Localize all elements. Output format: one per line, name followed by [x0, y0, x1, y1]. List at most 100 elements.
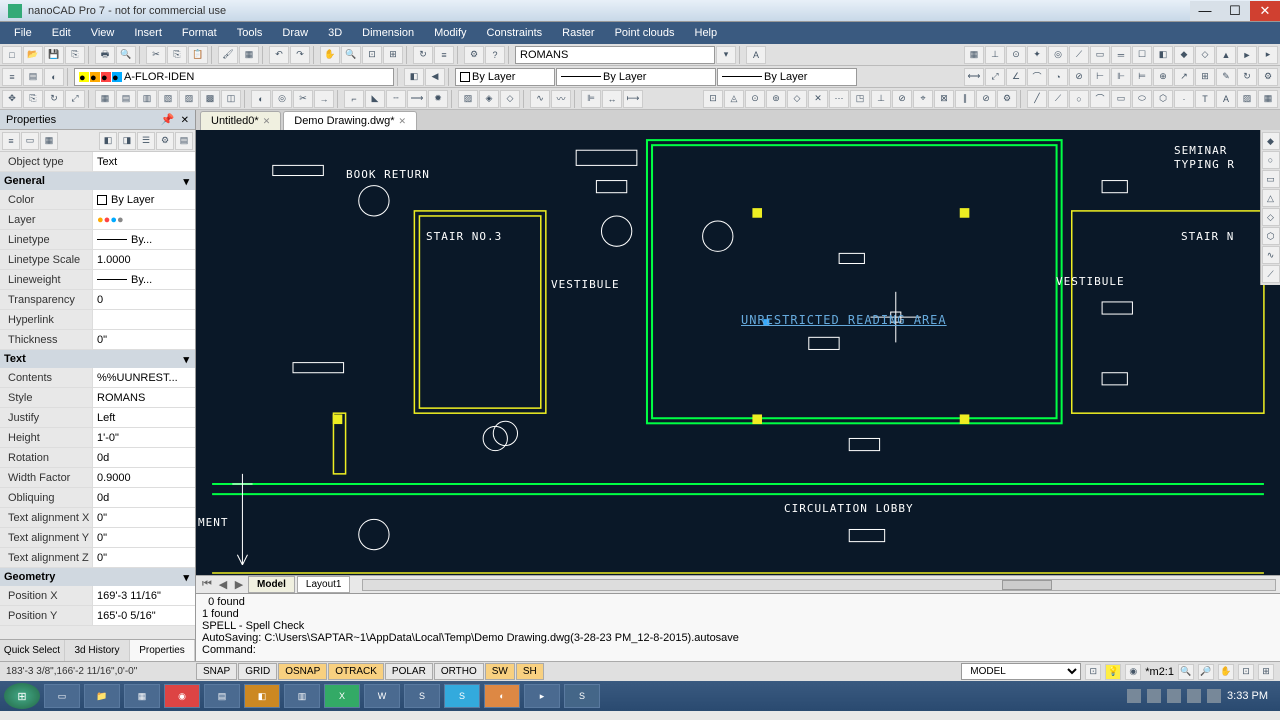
- status-toggle-sh[interactable]: SH: [516, 663, 544, 680]
- zoom-out-icon[interactable]: 🔎: [1198, 664, 1214, 680]
- lightbulb-icon[interactable]: 💡: [1105, 664, 1121, 680]
- model-icon[interactable]: ☐: [1132, 46, 1152, 64]
- osnap-icon[interactable]: ◎: [1048, 46, 1068, 64]
- zoom-extents-icon[interactable]: ⊡: [362, 46, 382, 64]
- linetype-selector[interactable]: By Layer: [556, 68, 716, 86]
- mtext-icon[interactable]: A: [1216, 90, 1236, 108]
- tab-quick-select[interactable]: Quick Select: [0, 640, 65, 661]
- task-app9[interactable]: ◐: [484, 684, 520, 708]
- tab-properties[interactable]: Properties: [130, 640, 195, 661]
- prop-value[interactable]: 169'-3 11/16": [92, 586, 195, 605]
- scale-icon[interactable]: ⤢: [65, 90, 85, 108]
- dim-dia-icon[interactable]: ⊘: [1069, 68, 1089, 86]
- model-space-selector[interactable]: MODEL: [961, 663, 1081, 680]
- color-selector[interactable]: By Layer: [455, 68, 555, 86]
- prop-value[interactable]: 0": [92, 548, 195, 567]
- tray-icon[interactable]: [1147, 689, 1161, 703]
- dim-style-icon[interactable]: ⚙: [1258, 68, 1278, 86]
- dyn-icon[interactable]: ▭: [1090, 46, 1110, 64]
- cut-icon[interactable]: ✂: [146, 46, 166, 64]
- vt6-icon[interactable]: ⬡: [1262, 227, 1280, 245]
- dim-aligned-icon[interactable]: ⤢: [985, 68, 1005, 86]
- menu-file[interactable]: File: [4, 24, 42, 42]
- prop-tool2-icon[interactable]: ▭: [21, 132, 39, 150]
- snap-near-icon[interactable]: ⌖: [913, 90, 933, 108]
- prop-value[interactable]: 0: [92, 290, 195, 309]
- arr7-icon[interactable]: ◫: [221, 90, 241, 108]
- lineweight-selector[interactable]: By Layer: [717, 68, 857, 86]
- grid-icon[interactable]: ▦: [964, 46, 984, 64]
- task-app6[interactable]: X: [324, 684, 360, 708]
- arr5-icon[interactable]: ▨: [179, 90, 199, 108]
- rotate-icon[interactable]: ↻: [44, 90, 64, 108]
- prop-value[interactable]: 0.9000: [92, 468, 195, 487]
- vt3-icon[interactable]: ▭: [1262, 170, 1280, 188]
- tab-layout1[interactable]: Layout1: [297, 576, 351, 593]
- region-icon[interactable]: ◈: [479, 90, 499, 108]
- vt1-icon[interactable]: ◆: [1262, 132, 1280, 150]
- menu-edit[interactable]: Edit: [42, 24, 81, 42]
- snap-icon[interactable]: ⊙: [1006, 46, 1026, 64]
- close-tab-icon[interactable]: ✕: [263, 116, 271, 127]
- layers-icon[interactable]: ≡: [434, 46, 454, 64]
- prop-value[interactable]: By...: [92, 230, 195, 249]
- prop-section-general[interactable]: General▾: [0, 172, 195, 190]
- prop-value[interactable]: %%UUNREST...: [92, 368, 195, 387]
- prop-tool5-icon[interactable]: ◨: [118, 132, 136, 150]
- hatch-icon[interactable]: ▨: [458, 90, 478, 108]
- prop-value[interactable]: 0": [92, 330, 195, 349]
- text-icon[interactable]: T: [1195, 90, 1215, 108]
- menu-constraints[interactable]: Constraints: [477, 24, 553, 42]
- prop-value[interactable]: ROMANS: [92, 388, 195, 407]
- doc-tab-demo[interactable]: Demo Drawing.dwg*✕: [283, 111, 417, 130]
- prop-value[interactable]: 1'-0": [92, 428, 195, 447]
- saveall-icon[interactable]: ⎘: [65, 46, 85, 64]
- task-app8[interactable]: S: [404, 684, 440, 708]
- extend-icon[interactable]: →: [314, 90, 334, 108]
- tab-next-icon[interactable]: ▶: [232, 578, 246, 591]
- ellipse-icon[interactable]: ⬭: [1132, 90, 1152, 108]
- dim-tol-icon[interactable]: ⊞: [1195, 68, 1215, 86]
- circle-icon[interactable]: ○: [1069, 90, 1089, 108]
- menu-dimension[interactable]: Dimension: [352, 24, 424, 42]
- properties-pin-icon[interactable]: 📌: [161, 114, 175, 126]
- prop-tool1-icon[interactable]: ≡: [2, 132, 20, 150]
- zoom-window-icon[interactable]: ⊞: [383, 46, 403, 64]
- vt4-icon[interactable]: △: [1262, 189, 1280, 207]
- prop-tool7-icon[interactable]: ⚙: [156, 132, 174, 150]
- prop-value[interactable]: Left: [92, 408, 195, 427]
- layer-selector[interactable]: ●●●● A-FLOR-IDEN: [74, 68, 394, 86]
- close-button[interactable]: ✕: [1250, 1, 1280, 21]
- save-icon[interactable]: 💾: [44, 46, 64, 64]
- snap-none-icon[interactable]: ⊘: [976, 90, 996, 108]
- st-icon1[interactable]: ⊡: [1085, 664, 1101, 680]
- dim-center-icon[interactable]: ⊕: [1153, 68, 1173, 86]
- tab-prev-icon[interactable]: ◀: [216, 578, 230, 591]
- menu-format[interactable]: Format: [172, 24, 227, 42]
- dim-arc-icon[interactable]: ⌒: [1027, 68, 1047, 86]
- prop-value[interactable]: By Layer: [92, 190, 195, 209]
- join-icon[interactable]: ⟶: [407, 90, 427, 108]
- task-explorer[interactable]: ▭: [44, 684, 80, 708]
- snap-tan-icon[interactable]: ⊘: [892, 90, 912, 108]
- dim-angular-icon[interactable]: ∠: [1006, 68, 1026, 86]
- tray-icon[interactable]: [1187, 689, 1201, 703]
- task-app7[interactable]: W: [364, 684, 400, 708]
- print-icon[interactable]: 🖶: [95, 46, 115, 64]
- label-reading-area[interactable]: UNRESTRICTED READING AREA: [741, 313, 947, 327]
- prop-value[interactable]: 1.0000: [92, 250, 195, 269]
- prop-value[interactable]: 0d: [92, 488, 195, 507]
- vt5-icon[interactable]: ◇: [1262, 208, 1280, 226]
- break-icon[interactable]: ╌: [386, 90, 406, 108]
- otrack-icon[interactable]: ⟋: [1069, 46, 1089, 64]
- undo-icon[interactable]: ↶: [269, 46, 289, 64]
- prop-tool3-icon[interactable]: ▦: [40, 132, 58, 150]
- task-app2[interactable]: ◉: [164, 684, 200, 708]
- match-icon[interactable]: 🖌: [218, 46, 238, 64]
- task-app1[interactable]: ▦: [124, 684, 160, 708]
- dim-base-icon[interactable]: ⊨: [1132, 68, 1152, 86]
- start-button[interactable]: ⊞: [4, 683, 40, 709]
- task-folder[interactable]: 📁: [84, 684, 120, 708]
- horizontal-scrollbar[interactable]: [362, 579, 1276, 591]
- dim-leader-icon[interactable]: ↗: [1174, 68, 1194, 86]
